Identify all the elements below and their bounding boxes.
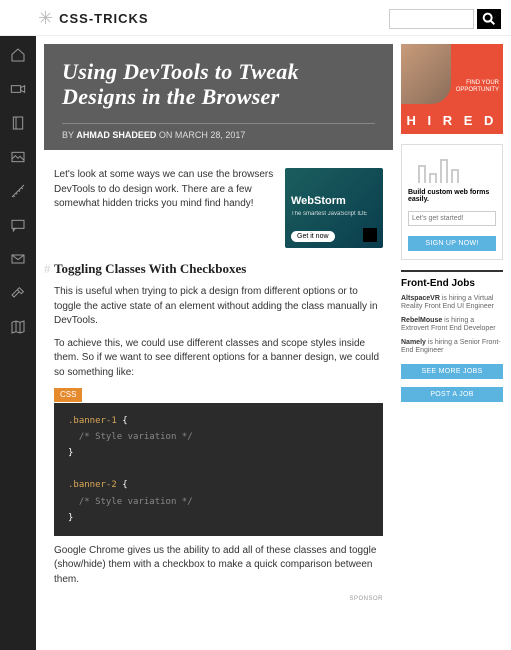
code-block-wrap: CSS .banner-1 { /* Style variation */ } … [54,388,383,536]
jetbrains-badge-icon [363,228,377,242]
byline-date: ON MARCH 28, 2017 [156,130,245,140]
ad-webstorm-title: WebStorm [291,194,377,210]
site-name: CSS-TRICKS [59,11,148,26]
map-icon [10,319,26,335]
nav-map[interactable] [9,318,27,336]
article-hero: Using DevTools to Tweak Designs in the B… [44,44,393,150]
paragraph: Google Chrome gives us the ability to ad… [54,544,383,588]
nav-video[interactable] [9,80,27,98]
nav-comment[interactable] [9,216,27,234]
post-job-button[interactable]: POST A JOB [401,387,503,402]
home-icon [10,47,26,63]
jobs-heading: Front-End Jobs [401,278,503,289]
ad-hired-photo [401,44,451,104]
layout: Using DevTools to Tweak Designs in the B… [0,36,511,650]
ad-webstorm-sub: The smartest JavaScript IDE [291,210,377,219]
job-listing[interactable]: AltspaceVR is hiring a Virtual Reality F… [401,295,503,312]
wufoo-art-icon [408,153,496,183]
author-link[interactable]: AHMAD SHADEED [76,130,156,140]
see-more-jobs-button[interactable]: SEE MORE JOBS [401,364,503,379]
code-block: .banner-1 { /* Style variation */ } .ban… [54,403,383,536]
forms-widget-input[interactable] [408,211,496,226]
hammer-icon [10,285,26,301]
book-icon [10,115,26,131]
nav-home[interactable] [9,46,27,64]
ad-webstorm-cta[interactable]: Get it now [291,231,335,242]
ruler-icon [10,183,26,199]
ad-hired-logo: H I R E D [401,107,503,134]
image-icon [10,149,26,165]
nav-mail[interactable] [9,250,27,268]
paragraph: This is useful when trying to pick a des… [54,285,383,329]
mail-icon [10,251,26,267]
comment-icon [10,217,26,233]
jobs-widget: Front-End Jobs AltspaceVR is hiring a Vi… [401,270,503,406]
top-bar: ✳ CSS-TRICKS [0,0,511,36]
job-listing[interactable]: RebelMouse is hiring a Extrovert Front E… [401,317,503,334]
ad-hired-tagline: FIND YOUR OPPORTUNITY [456,80,499,93]
search-button[interactable] [477,9,501,29]
main-column: Using DevTools to Tweak Designs in the B… [36,36,401,650]
sponsor-label: SPONSOR [54,595,383,604]
byline-prefix: BY [62,130,76,140]
search-form [389,9,501,29]
section-heading: Toggling Classes With Checkboxes [54,260,383,279]
search-icon [481,11,497,27]
search-input[interactable] [389,9,474,29]
ad-hired[interactable]: FIND YOUR OPPORTUNITY H I R E D [401,44,503,134]
forms-signup-button[interactable]: SIGN UP NOW! [408,236,496,251]
site-logo[interactable]: ✳ CSS-TRICKS [38,8,149,29]
video-icon [10,81,26,97]
code-lang-label: CSS [54,388,82,402]
nav-tools[interactable] [9,182,27,200]
ad-webstorm[interactable]: WebStorm The smartest JavaScript IDE Get… [285,168,383,248]
paragraph: To achieve this, we could use different … [54,337,383,381]
nav-image[interactable] [9,148,27,166]
right-column: FIND YOUR OPPORTUNITY H I R E D Build cu… [401,36,511,650]
article-body: Let's look at some ways we can use the b… [36,150,401,604]
nav-book[interactable] [9,114,27,132]
intro-paragraph: Let's look at some ways we can use the b… [54,168,275,248]
forms-widget: Build custom web forms easily. SIGN UP N… [401,144,503,260]
article-byline: BY AHMAD SHADEED ON MARCH 28, 2017 [62,123,375,140]
asterisk-icon: ✳ [38,8,53,29]
job-listing[interactable]: Namely is hiring a Senior Front-End Engi… [401,339,503,356]
nav-build[interactable] [9,284,27,302]
side-nav [0,36,36,650]
forms-widget-title: Build custom web forms easily. [408,189,496,203]
article-title: Using DevTools to Tweak Designs in the B… [62,60,375,109]
